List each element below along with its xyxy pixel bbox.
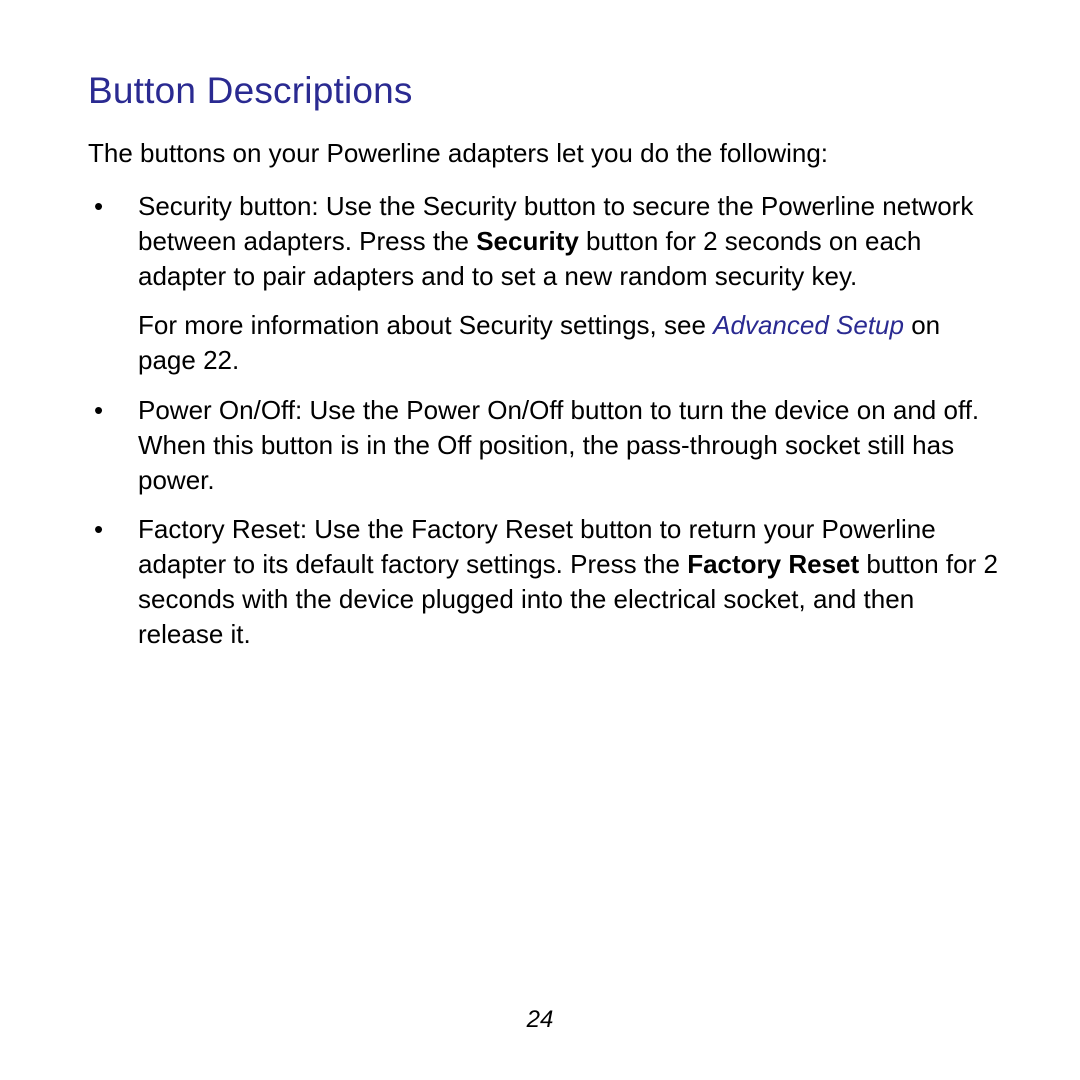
page-number: 24	[0, 1006, 1080, 1034]
bullet-reset: Factory Reset: Use the Factory Reset but…	[88, 512, 1000, 652]
section-heading: Button Descriptions	[88, 70, 1000, 112]
bullet-security-more-pre: For more information about Security sett…	[138, 310, 713, 340]
bullet-security-more: For more information about Security sett…	[138, 308, 1000, 378]
bullet-security-bold: Security	[476, 226, 579, 256]
bullet-power: Power On/Off: Use the Power On/Off butto…	[88, 393, 1000, 498]
bullet-security: Security button: Use the Security button…	[88, 189, 1000, 378]
bullet-list: Security button: Use the Security button…	[88, 189, 1000, 652]
document-page: Button Descriptions The buttons on your …	[0, 0, 1080, 1080]
bullet-reset-bold: Factory Reset	[687, 549, 859, 579]
advanced-setup-link[interactable]: Advanced Setup	[713, 310, 904, 340]
intro-paragraph: The buttons on your Powerline adapters l…	[88, 136, 1000, 171]
bullet-power-text: Power On/Off: Use the Power On/Off butto…	[138, 395, 979, 495]
